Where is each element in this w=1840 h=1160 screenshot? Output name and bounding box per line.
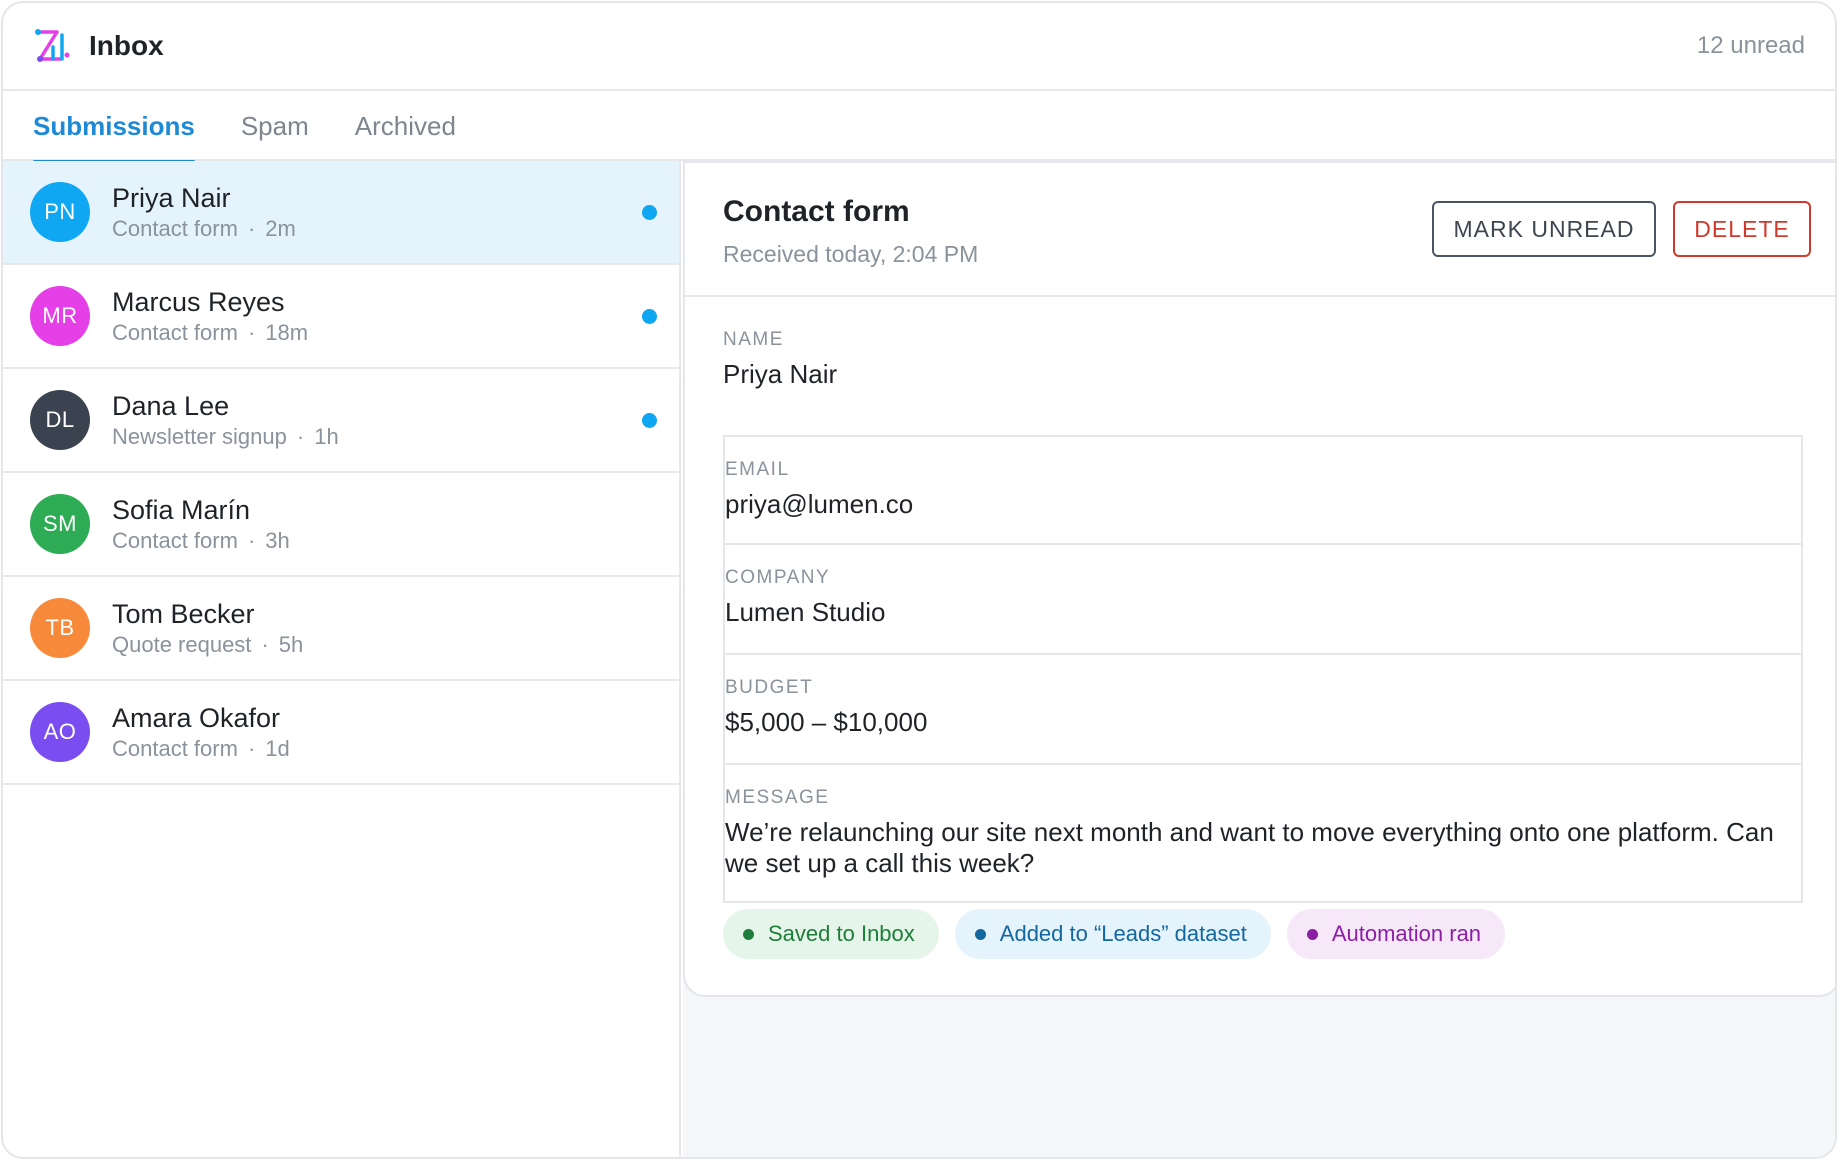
submission-age: 2m — [265, 216, 296, 241]
submission-fields: NAME Priya Nair EMAIL priya@lumen.co COM… — [723, 329, 1803, 903]
sender-name: Tom Becker — [112, 599, 255, 629]
delete-button[interactable]: DELETE — [1673, 201, 1811, 257]
field-company: COMPANY Lumen Studio — [723, 545, 1803, 655]
brand-logo-icon — [35, 29, 70, 62]
field-label: COMPANY — [725, 567, 831, 588]
tab-bar: Submissions Spam Archived — [3, 91, 1835, 163]
avatar: DL — [30, 390, 90, 450]
field-email: EMAIL priya@lumen.co — [723, 435, 1803, 545]
list-item[interactable]: MR Marcus Reyes Contact form · 18m — [3, 265, 679, 369]
avatar: PN — [30, 182, 90, 242]
sender-name: Dana Lee — [112, 391, 230, 421]
field-value: Lumen Studio — [725, 597, 886, 627]
field-value: $5,000 – $10,000 — [725, 707, 928, 737]
list-item[interactable]: SM Sofia Marín Contact form · 3h — [3, 473, 679, 577]
tab-spam[interactable]: Spam — [241, 91, 309, 161]
submission-list: PN Priya Nair Contact form · 2m MR Marcus … — [3, 161, 681, 1157]
submission-detail-card: Contact form Received today, 2:04 PM MAR… — [683, 161, 1835, 997]
list-item[interactable]: AO Amara Okafor Contact form · 1d — [3, 681, 679, 785]
status-label: Automation ran — [1331, 921, 1482, 946]
avatar: TB — [30, 598, 90, 658]
status-badge: Automation ran — [1286, 909, 1506, 959]
avatar: MR — [30, 286, 90, 346]
list-item[interactable]: PN Priya Nair Contact form · 2m — [3, 161, 679, 265]
detail-header: Contact form Received today, 2:04 PM MAR… — [685, 163, 1835, 297]
tab-submissions[interactable]: Submissions — [33, 91, 195, 163]
status-dot-icon — [1306, 928, 1318, 940]
mark-unread-button[interactable]: MARK UNREAD — [1432, 201, 1656, 257]
unread-dot — [642, 309, 657, 324]
status-badge: Saved to Inbox — [723, 909, 939, 959]
field-label: MESSAGE — [725, 787, 830, 808]
form-type: Contact form — [112, 736, 238, 761]
submission-age: 1d — [265, 736, 290, 761]
status-label: Saved to Inbox — [768, 921, 915, 946]
submission-age: 5h — [278, 632, 304, 657]
form-type: Contact form — [112, 320, 238, 345]
avatar: SM — [30, 494, 90, 554]
detail-title: Contact form — [723, 195, 910, 228]
status-tags: Saved to Inbox Added to “Leads” dataset … — [723, 909, 1521, 959]
field-message: MESSAGE We’re relaunching our site next … — [723, 765, 1803, 903]
received-time: Received today, 2:04 PM — [723, 241, 979, 267]
submission-age: 18m — [265, 320, 309, 345]
form-type: Contact form — [112, 216, 238, 241]
field-label: BUDGET — [725, 677, 814, 698]
sender-name: Marcus Reyes — [112, 287, 285, 317]
unread-dot — [642, 205, 657, 220]
app-window: Inbox 12 unread Submissions Spam Archive… — [1, 1, 1837, 1159]
status-dot-icon — [743, 928, 754, 940]
list-item[interactable]: TB Tom Becker Quote request · 5h — [3, 577, 679, 681]
sender-name: Priya Nair — [112, 183, 231, 213]
form-type: Newsletter signup — [112, 424, 287, 449]
tab-archived[interactable]: Archived — [355, 91, 456, 161]
status-dot-icon — [974, 928, 986, 940]
status-label: Added to “Leads” dataset — [999, 921, 1247, 946]
app-header: Inbox 12 unread — [3, 3, 1835, 91]
field-value: We’re relaunching our site next month an… — [725, 817, 1774, 878]
field-value: Priya Nair — [723, 359, 838, 389]
submission-age: 3h — [265, 528, 290, 553]
field-value[interactable]: priya@lumen.co — [725, 489, 1801, 520]
unread-dot — [642, 413, 657, 428]
field-name: NAME Priya Nair — [723, 329, 1803, 435]
list-item[interactable]: DL Dana Lee Newsletter signup · 1h — [3, 369, 679, 473]
field-label: NAME — [723, 329, 784, 350]
field-label: EMAIL — [725, 459, 790, 480]
form-type: Contact form — [112, 528, 238, 553]
sender-name: Amara Okafor — [112, 703, 281, 733]
avatar: AO — [30, 702, 90, 762]
form-type: Quote request — [112, 632, 252, 657]
app-title: Inbox — [89, 30, 164, 61]
unread-count: 12 unread — [1696, 32, 1805, 59]
field-budget: BUDGET $5,000 – $10,000 — [723, 655, 1803, 765]
submission-age: 1h — [314, 424, 339, 449]
sender-name: Sofia Marín — [112, 495, 251, 525]
status-badge: Added to “Leads” dataset — [954, 909, 1271, 959]
